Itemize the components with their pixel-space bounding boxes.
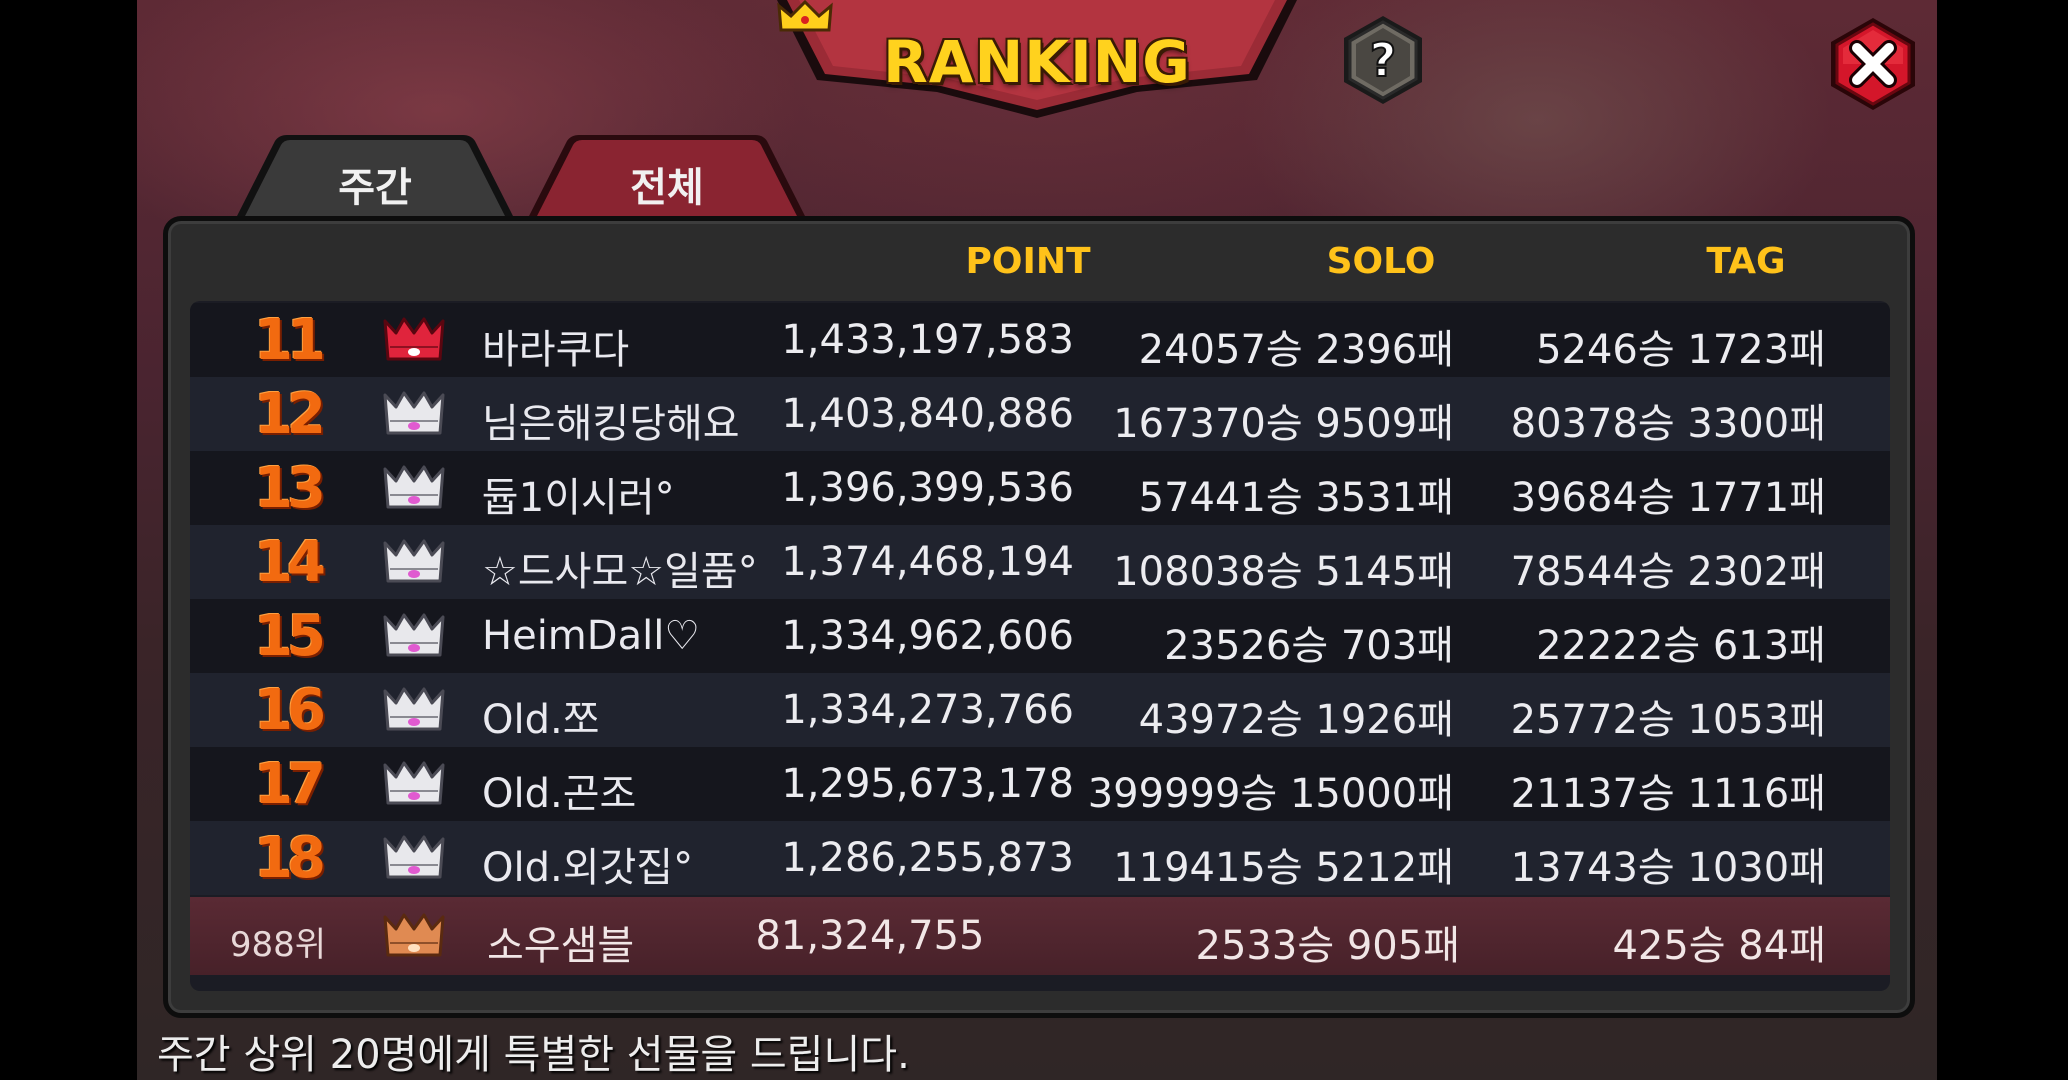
table-row[interactable]: 13 듑1이시러° 1,396,399,536 57441승 3531패 39684승 … <box>190 451 1890 525</box>
solo-record: 23526승 703패 <box>1164 623 1454 669</box>
crown-badge <box>382 389 446 443</box>
rank-number: 12 <box>254 382 326 447</box>
tag-record: 25772승 1053패 <box>1510 697 1826 743</box>
crown-badge <box>382 833 446 887</box>
my-solo-record: 2533승 905패 <box>1195 923 1460 969</box>
player-name: Old.쪼 <box>482 697 600 743</box>
question-mark-icon: ? <box>1344 16 1422 104</box>
table-row[interactable]: 16 Old.쪼 1,334,273,766 43972승 1926패 25772승 1… <box>190 673 1890 747</box>
tag-record: 39684승 1771패 <box>1510 475 1826 521</box>
rank-number: 14 <box>254 530 326 595</box>
crown-badge <box>382 611 446 665</box>
point-value: 1,334,273,766 <box>781 687 1074 733</box>
player-name: Old.외갓집° <box>482 845 694 891</box>
red-crown-icon <box>383 317 445 361</box>
rank-number: 15 <box>254 604 326 669</box>
point-value: 1,334,962,606 <box>781 613 1074 659</box>
column-header-tag: TAG <box>1706 241 1786 282</box>
column-header-point: POINT <box>965 241 1091 282</box>
solo-record: 167370승 9509패 <box>1113 401 1454 447</box>
table-row[interactable]: 18 Old.외갓집° 1,286,255,873 119415승 5212패 1374… <box>190 821 1890 895</box>
help-button[interactable]: ? <box>1340 14 1426 106</box>
game-screen: RANKING ? 주간 전체 POINT SOLO TAG 11 바라쿠다 1… <box>137 0 1937 1080</box>
title-banner: RANKING <box>777 0 1297 122</box>
point-value: 1,403,840,886 <box>781 391 1074 437</box>
point-value: 1,374,468,194 <box>781 539 1074 585</box>
my-rank-row[interactable]: 988위 소우샘블 81,324,755 2533승 905패 425승 84패 <box>190 897 1890 975</box>
silver-crown-icon <box>383 465 445 509</box>
tab-weekly-label: 주간 <box>338 165 412 211</box>
table-row[interactable]: 17 Old.곤조 1,295,673,178 399999승 15000패 21137… <box>190 747 1890 821</box>
tag-record: 13743승 1030패 <box>1510 845 1826 891</box>
point-value: 1,295,673,178 <box>781 761 1074 807</box>
silver-crown-icon <box>383 687 445 731</box>
player-name: Old.곤조 <box>482 771 637 817</box>
bronze-crown-icon <box>383 913 445 957</box>
silver-crown-icon <box>383 761 445 805</box>
crown-badge <box>382 759 446 813</box>
solo-record: 119415승 5212패 <box>1113 845 1454 891</box>
page-title: RANKING <box>883 28 1191 96</box>
tab-all-label: 전체 <box>630 165 704 211</box>
rank-number: 13 <box>254 456 326 521</box>
my-player-name: 소우샘블 <box>487 923 635 969</box>
ranking-panel: POINT SOLO TAG 11 바라쿠다 1,433,197,583 24057승… <box>163 216 1915 1018</box>
tag-record: 21137승 1116패 <box>1510 771 1826 817</box>
table-row[interactable]: 11 바라쿠다 1,433,197,583 24057승 2396패 5246승 172… <box>190 303 1890 377</box>
column-header-solo: SOLO <box>1326 241 1436 282</box>
player-name: 바라쿠다 <box>482 327 630 373</box>
tab-weekly[interactable]: 주간 <box>235 135 515 220</box>
crown-badge <box>382 685 446 739</box>
player-name: HeimDall♡ <box>482 613 701 659</box>
table-row[interactable]: 15 HeimDall♡ 1,334,962,606 23526승 703패 22222… <box>190 599 1890 673</box>
silver-crown-icon <box>383 835 445 879</box>
close-icon <box>1831 18 1915 110</box>
my-rank-number: 988위 <box>229 925 327 965</box>
close-button[interactable] <box>1827 16 1919 112</box>
tab-all[interactable]: 전체 <box>527 135 807 220</box>
table-row[interactable]: 14 ☆드사모☆일품° 1,374,468,194 108038승 5145패 7854… <box>190 525 1890 599</box>
tag-record: 80378승 3300패 <box>1510 401 1826 447</box>
my-tag-record: 425승 84패 <box>1612 923 1826 969</box>
tag-record: 78544승 2302패 <box>1510 549 1826 595</box>
table-row[interactable]: 12 님은해킹당해요 1,403,840,886 167370승 9509패 80378… <box>190 377 1890 451</box>
crown-badge <box>382 463 446 517</box>
tag-record: 5246승 1723패 <box>1536 327 1826 373</box>
solo-record: 399999승 15000패 <box>1087 771 1454 817</box>
rank-number: 16 <box>254 678 326 743</box>
svg-text:?: ? <box>1370 33 1397 87</box>
crown-badge <box>382 315 446 369</box>
silver-crown-icon <box>383 539 445 583</box>
my-crown-badge <box>382 911 446 965</box>
tag-record: 22222승 613패 <box>1536 623 1826 669</box>
footer-notice: 주간 상위 20명에게 특별한 선물을 드립니다. <box>157 1032 910 1078</box>
solo-record: 43972승 1926패 <box>1138 697 1454 743</box>
ranking-list: 11 바라쿠다 1,433,197,583 24057승 2396패 5246승 172… <box>190 301 1890 991</box>
point-value: 1,396,399,536 <box>781 465 1074 511</box>
solo-record: 57441승 3531패 <box>1138 475 1454 521</box>
my-point-value: 81,324,755 <box>755 913 985 959</box>
silver-crown-icon <box>383 613 445 657</box>
solo-record: 24057승 2396패 <box>1138 327 1454 373</box>
silver-crown-icon <box>383 391 445 435</box>
point-value: 1,286,255,873 <box>781 835 1074 881</box>
rank-number: 17 <box>254 752 326 817</box>
rank-number: 11 <box>254 308 326 373</box>
point-value: 1,433,197,583 <box>781 317 1074 363</box>
solo-record: 108038승 5145패 <box>1113 549 1454 595</box>
crown-badge <box>382 537 446 591</box>
player-name: 듑1이시러° <box>482 475 675 521</box>
rank-number: 18 <box>254 826 326 891</box>
